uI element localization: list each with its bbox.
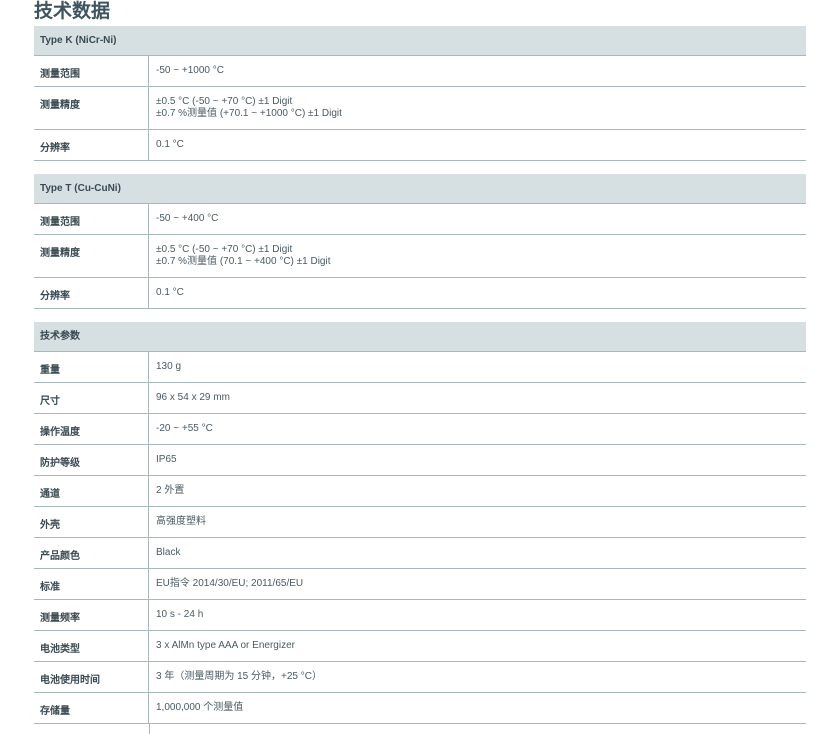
row-label: 标准 xyxy=(34,569,149,599)
table-row: 分辨率 0.1 °C xyxy=(34,130,806,161)
table-row: 测量范围 -50 ~ +1000 °C xyxy=(34,56,806,87)
row-value: -50 ~ +400 °C xyxy=(149,204,806,234)
value-line: IP65 xyxy=(156,454,177,465)
table-row: 测量精度 ±0.5 °C (-50 ~ +70 °C) ±1 Digit ±0.… xyxy=(34,87,806,130)
value-line: 高强度塑料 xyxy=(156,516,206,527)
row-label: 操作温度 xyxy=(34,414,149,444)
row-value: 3 x AlMn type AAA or Energizer xyxy=(149,631,806,661)
section-type-k: Type K (NiCr-Ni) 测量范围 -50 ~ +1000 °C 测量精… xyxy=(34,26,806,161)
row-label: 电池类型 xyxy=(34,631,149,661)
table-row: 测量频率 10 s - 24 h xyxy=(34,600,806,631)
value-line: 2 外置 xyxy=(156,485,185,496)
section-header: Type K (NiCr-Ni) xyxy=(34,26,806,56)
table-row: 尺寸 96 x 54 x 29 mm xyxy=(34,383,806,414)
row-value: ±0.5 °C (-50 ~ +70 °C) ±1 Digit ±0.7 %测量… xyxy=(149,235,806,277)
value-line: Black xyxy=(156,547,181,558)
value-line: 0.1 °C xyxy=(156,139,184,150)
row-label: 测量范围 xyxy=(34,204,149,234)
row-value: ±0.5 °C (-50 ~ +70 °C) ±1 Digit ±0.7 %测量… xyxy=(149,87,806,129)
table-row: 外壳 高强度塑料 xyxy=(34,507,806,538)
row-value: EU指令 2014/30/EU; 2011/65/EU xyxy=(149,569,806,599)
row-value: -20 ~ +55 °C xyxy=(149,414,806,444)
row-value: 96 x 54 x 29 mm xyxy=(149,383,806,413)
page-title: 技术数据 xyxy=(34,1,111,22)
value-line: -20 ~ +55 °C xyxy=(156,423,213,434)
row-value: IP65 xyxy=(149,445,806,475)
table-row: 重量 130 g xyxy=(34,352,806,383)
value-line: 96 x 54 x 29 mm xyxy=(156,392,230,403)
row-value: 0.1 °C xyxy=(149,278,806,308)
row-value: -50 ~ +1000 °C xyxy=(149,56,806,86)
row-value: Black xyxy=(149,538,806,568)
value-line: 130 g xyxy=(156,361,182,372)
row-label: 测量精度 xyxy=(34,235,149,277)
value-line: EU指令 2014/30/EU; 2011/65/EU xyxy=(156,578,304,589)
value-line: ±0.7 %测量值 (+70.1 ~ +1000 °C) ±1 Digit xyxy=(156,108,342,119)
value-line: 3 x AlMn type AAA or Energizer xyxy=(156,640,295,651)
value-line: 1,000,000 个测量值 xyxy=(156,702,244,713)
table-row: 测量精度 ±0.5 °C (-50 ~ +70 °C) ±1 Digit ±0.… xyxy=(34,235,806,278)
value-line: 3 年（测量周期为 15 分钟，+25 °C） xyxy=(156,671,322,682)
row-value: 高强度塑料 xyxy=(149,507,806,537)
section-tech-params: 技术参数 重量 130 g 尺寸 96 x 54 x 29 mm 操作温度 -2… xyxy=(34,322,806,724)
value-line: -50 ~ +1000 °C xyxy=(156,65,224,76)
row-label: 尺寸 xyxy=(34,383,149,413)
section-type-t: Type T (Cu-CuNi) 测量范围 -50 ~ +400 °C 测量精度… xyxy=(34,174,806,309)
table-row: 产品颜色 Black xyxy=(34,538,806,569)
value-line: ±0.7 %测量值 (70.1 ~ +400 °C) ±1 Digit xyxy=(156,256,331,267)
value-line: 0.1 °C xyxy=(156,287,184,298)
table-row: 操作温度 -20 ~ +55 °C xyxy=(34,414,806,445)
table-row: 防护等级 IP65 xyxy=(34,445,806,476)
table-row: 分辨率 0.1 °C xyxy=(34,278,806,309)
row-label: 电池使用时间 xyxy=(34,662,149,692)
row-label: 分辨率 xyxy=(34,278,149,308)
value-line: ±0.5 °C (-50 ~ +70 °C) ±1 Digit xyxy=(156,244,293,255)
row-label: 测量精度 xyxy=(34,87,149,129)
column-divider xyxy=(149,724,150,734)
table-row: 电池使用时间 3 年（测量周期为 15 分钟，+25 °C） xyxy=(34,662,806,693)
section-header: Type T (Cu-CuNi) xyxy=(34,174,806,204)
row-label: 产品颜色 xyxy=(34,538,149,568)
row-label: 防护等级 xyxy=(34,445,149,475)
value-line: 10 s - 24 h xyxy=(156,609,204,620)
row-value: 0.1 °C xyxy=(149,130,806,160)
row-value: 3 年（测量周期为 15 分钟，+25 °C） xyxy=(149,662,806,692)
row-label: 外壳 xyxy=(34,507,149,537)
row-value: 130 g xyxy=(149,352,806,382)
value-line: -50 ~ +400 °C xyxy=(156,213,219,224)
table-row: 标准 EU指令 2014/30/EU; 2011/65/EU xyxy=(34,569,806,600)
spec-table: Type K (NiCr-Ni) 测量范围 -50 ~ +1000 °C 测量精… xyxy=(34,26,806,724)
value-line: ±0.5 °C (-50 ~ +70 °C) ±1 Digit xyxy=(156,96,293,107)
row-value: 1,000,000 个测量值 xyxy=(149,693,806,723)
row-label: 存储量 xyxy=(34,693,149,723)
table-row: 电池类型 3 x AlMn type AAA or Energizer xyxy=(34,631,806,662)
table-row: 通道 2 外置 xyxy=(34,476,806,507)
table-row: 测量范围 -50 ~ +400 °C xyxy=(34,204,806,235)
table-row: 存储量 1,000,000 个测量值 xyxy=(34,693,806,724)
section-header: 技术参数 xyxy=(34,322,806,352)
row-label: 分辨率 xyxy=(34,130,149,160)
row-label: 测量频率 xyxy=(34,600,149,630)
row-value: 10 s - 24 h xyxy=(149,600,806,630)
row-value: 2 外置 xyxy=(149,476,806,506)
row-label: 重量 xyxy=(34,352,149,382)
row-label: 测量范围 xyxy=(34,56,149,86)
row-label: 通道 xyxy=(34,476,149,506)
